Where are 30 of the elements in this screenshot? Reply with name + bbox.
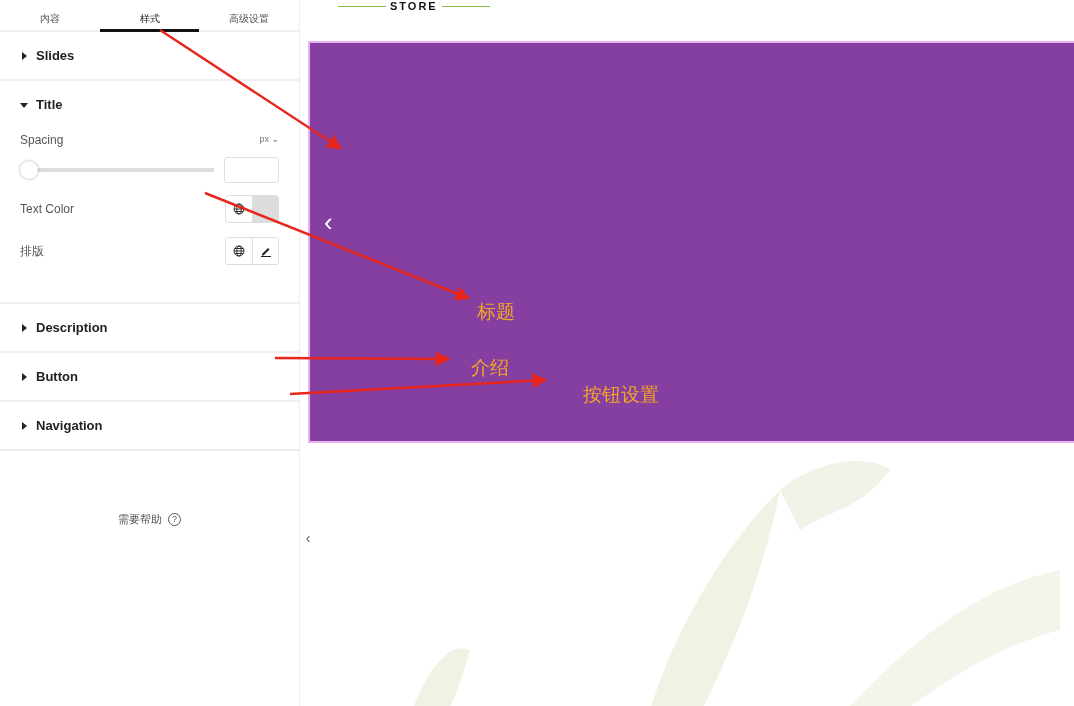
caret-right-icon	[20, 51, 28, 60]
tab[interactable]: 内容	[0, 0, 100, 32]
section-header[interactable]: Description	[0, 304, 299, 351]
annotation-label: 标题	[477, 300, 515, 324]
control-label: 排版	[20, 243, 44, 260]
tab[interactable]: 样式	[99, 0, 200, 32]
pencil-icon	[259, 245, 272, 257]
color-swatch[interactable]	[252, 196, 278, 222]
section-header[interactable]: Slides	[0, 32, 299, 79]
slider-thumb[interactable]	[20, 161, 38, 179]
logo-text: STORE	[390, 0, 438, 14]
annotation-label: 介绍	[471, 356, 509, 380]
caret-down-icon	[20, 100, 28, 109]
annotation-label: 按钮设置	[583, 383, 659, 407]
tab[interactable]: 高级设置	[199, 0, 299, 32]
section-header[interactable]: Title	[0, 81, 299, 128]
previous-button[interactable]: ‹	[324, 209, 333, 235]
globe-icon	[233, 203, 245, 215]
unit-selector[interactable]: px ⌄	[259, 133, 279, 147]
caret-right-icon	[20, 421, 28, 430]
number-field[interactable]	[224, 157, 279, 183]
caret-right-icon	[20, 372, 28, 381]
edit-button[interactable]	[252, 238, 278, 264]
control-label: Text Color	[20, 201, 75, 218]
globe-icon	[233, 245, 245, 257]
section-header[interactable]: Navigation	[0, 402, 299, 449]
help-link[interactable]: 需要帮助	[118, 511, 162, 528]
control-label: Spacing	[20, 132, 64, 149]
section-header[interactable]: Button	[0, 353, 299, 400]
caret-right-icon	[20, 323, 28, 332]
